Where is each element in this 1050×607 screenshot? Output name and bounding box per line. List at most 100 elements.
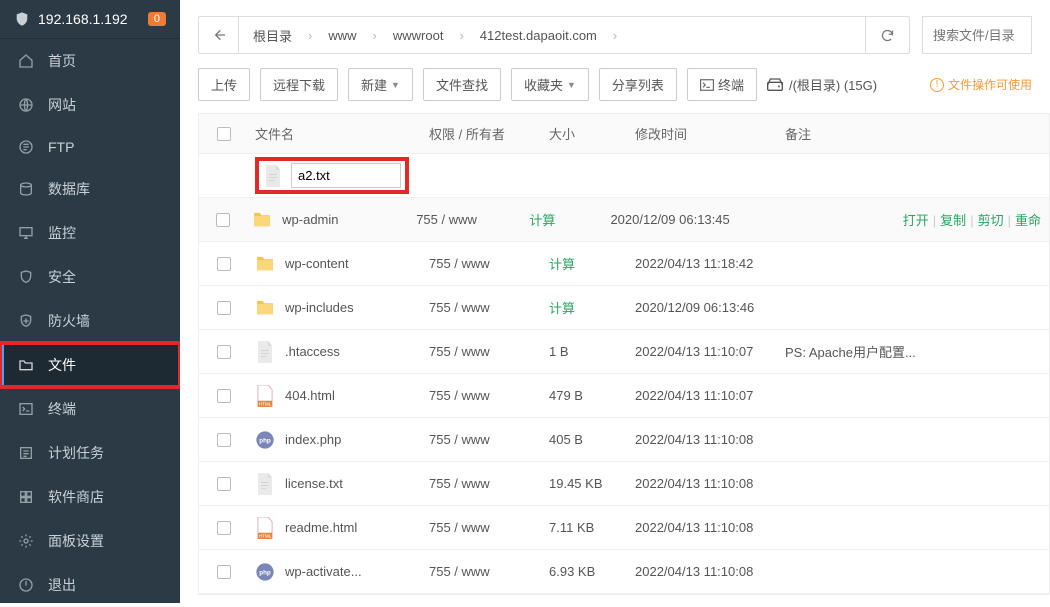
notification-badge[interactable]: 0 bbox=[148, 12, 166, 26]
file-perm[interactable]: 755 / www bbox=[429, 388, 549, 403]
search-box[interactable] bbox=[922, 16, 1032, 54]
chevron-right-icon: › bbox=[371, 28, 379, 43]
sidebar-item-monitor[interactable]: 监控 bbox=[0, 211, 180, 255]
sidebar-item-db[interactable]: 数据库 bbox=[0, 167, 180, 211]
file-size[interactable]: 计算 bbox=[549, 298, 635, 317]
breadcrumb-segment[interactable]: wwwroot bbox=[379, 17, 458, 53]
file-name[interactable]: wp-content bbox=[285, 256, 349, 271]
table-row[interactable]: license.txt755 / www19.45 KB2022/04/13 1… bbox=[199, 462, 1049, 506]
share-list-button[interactable]: 分享列表 bbox=[599, 68, 677, 101]
disk-info[interactable]: /(根目录) (15G) bbox=[767, 75, 877, 94]
new-button[interactable]: 新建▼ bbox=[348, 68, 413, 101]
rename-input[interactable] bbox=[291, 163, 401, 188]
file-size: 1 B bbox=[549, 344, 635, 359]
file-name[interactable]: license.txt bbox=[285, 476, 343, 491]
breadcrumb-segment[interactable]: 根目录 bbox=[239, 17, 306, 53]
file-mtime: 2022/04/13 11:10:08 bbox=[635, 520, 785, 535]
file-name[interactable]: wp-admin bbox=[282, 212, 338, 227]
file-perm[interactable]: 755 / www bbox=[429, 432, 549, 447]
php-icon: php bbox=[255, 561, 275, 583]
info-icon: ! bbox=[930, 78, 944, 92]
search-input[interactable] bbox=[933, 28, 1021, 43]
file-mtime: 2022/04/13 11:10:08 bbox=[635, 432, 785, 447]
col-perm[interactable]: 权限 / 所有者 bbox=[429, 124, 549, 143]
col-size[interactable]: 大小 bbox=[549, 124, 635, 143]
copy-link[interactable]: 复制 bbox=[940, 213, 966, 228]
disk-icon bbox=[767, 78, 783, 92]
file-perm[interactable]: 755 / www bbox=[429, 344, 549, 359]
file-size: 7.11 KB bbox=[549, 520, 635, 535]
table-row[interactable]: HTMLreadme.html755 / www7.11 KB2022/04/1… bbox=[199, 506, 1049, 550]
row-checkbox[interactable] bbox=[217, 257, 231, 271]
select-all-checkbox[interactable] bbox=[217, 127, 231, 141]
file-perm[interactable]: 755 / www bbox=[416, 212, 529, 227]
sidebar-item-label: 计划任务 bbox=[48, 443, 104, 463]
file-perm[interactable]: 755 / www bbox=[429, 564, 549, 579]
breadcrumb-segment[interactable]: www bbox=[314, 17, 370, 53]
cut-link[interactable]: 剪切 bbox=[978, 213, 1004, 228]
upload-button[interactable]: 上传 bbox=[198, 68, 250, 101]
svg-text:php: php bbox=[259, 569, 271, 576]
row-checkbox[interactable] bbox=[217, 565, 231, 579]
sidebar-item-folder[interactable]: 文件 bbox=[0, 343, 180, 387]
table-row[interactable]: php wp-activate... 755 / www6.93 KB2022/04… bbox=[199, 550, 1049, 594]
terminal-button[interactable]: 终端 bbox=[687, 68, 757, 101]
sidebar-item-store[interactable]: 软件商店 bbox=[0, 475, 180, 519]
refresh-button[interactable] bbox=[865, 17, 909, 53]
breadcrumb-segment[interactable]: 412test.dapaoit.com bbox=[466, 17, 611, 53]
file-name[interactable]: .htaccess bbox=[285, 344, 340, 359]
sidebar-item-home[interactable]: 首页 bbox=[0, 39, 180, 83]
ftp-icon bbox=[18, 139, 34, 155]
col-name[interactable]: 文件名 bbox=[249, 124, 429, 143]
file-name[interactable]: index.php bbox=[285, 432, 341, 447]
file-name[interactable]: readme.html bbox=[285, 520, 357, 535]
file-perm[interactable]: 755 / www bbox=[429, 256, 549, 271]
file-size[interactable]: 计算 bbox=[529, 210, 610, 229]
sidebar-item-label: 监控 bbox=[48, 223, 76, 243]
row-checkbox[interactable] bbox=[216, 213, 230, 227]
terminal-icon bbox=[18, 401, 34, 417]
file-perm[interactable]: 755 / www bbox=[429, 476, 549, 491]
row-checkbox[interactable] bbox=[217, 345, 231, 359]
row-checkbox[interactable] bbox=[217, 301, 231, 315]
file-name[interactable]: wp-includes bbox=[285, 300, 354, 315]
rename-link[interactable]: 重命 bbox=[1015, 213, 1041, 228]
html-icon: HTML bbox=[255, 385, 275, 407]
sidebar-item-ftp[interactable]: FTP bbox=[0, 127, 180, 167]
row-checkbox[interactable] bbox=[217, 477, 231, 491]
col-mtime[interactable]: 修改时间 bbox=[635, 124, 785, 143]
table-row[interactable]: wp-admin755 / www计算2020/12/09 06:13:45打开… bbox=[199, 198, 1049, 242]
file-size: 6.93 KB bbox=[549, 564, 635, 579]
sidebar-item-terminal[interactable]: 终端 bbox=[0, 387, 180, 431]
table-row[interactable]: wp-content 755 / www计算2022/04/13 11:18:42 bbox=[199, 242, 1049, 286]
table-row[interactable]: phpindex.php755 / www405 B2022/04/13 11:… bbox=[199, 418, 1049, 462]
remote-download-button[interactable]: 远程下载 bbox=[260, 68, 338, 101]
favorites-button[interactable]: 收藏夹▼ bbox=[511, 68, 589, 101]
sidebar-item-globe[interactable]: 网站 bbox=[0, 83, 180, 127]
sidebar-item-gear[interactable]: 面板设置 bbox=[0, 519, 180, 563]
sidebar-item-shield[interactable]: 安全 bbox=[0, 255, 180, 299]
file-note[interactable]: PS: Apache用户配置... bbox=[785, 342, 945, 361]
file-mtime: 2022/04/13 11:18:42 bbox=[635, 256, 785, 271]
sidebar-item-exit[interactable]: 退出 bbox=[0, 563, 180, 607]
file-name[interactable]: 404.html bbox=[285, 388, 335, 403]
row-checkbox[interactable] bbox=[217, 389, 231, 403]
folder-icon bbox=[255, 297, 275, 319]
row-checkbox[interactable] bbox=[217, 521, 231, 535]
row-checkbox[interactable] bbox=[217, 433, 231, 447]
firewall-icon bbox=[18, 313, 34, 329]
file-size[interactable]: 计算 bbox=[549, 254, 635, 273]
sidebar-item-tasks[interactable]: 计划任务 bbox=[0, 431, 180, 475]
find-button[interactable]: 文件查找 bbox=[423, 68, 501, 101]
table-row[interactable]: .htaccess755 / www1 B2022/04/13 11:10:07… bbox=[199, 330, 1049, 374]
col-note[interactable]: 备注 bbox=[785, 124, 945, 143]
table-row[interactable]: wp-includes755 / www计算2020/12/09 06:13:4… bbox=[199, 286, 1049, 330]
table-row[interactable]: HTML404.html755 / www479 B2022/04/13 11:… bbox=[199, 374, 1049, 418]
file-perm[interactable]: 755 / www bbox=[429, 520, 549, 535]
sidebar-item-firewall[interactable]: 防火墙 bbox=[0, 299, 180, 343]
file-name[interactable]: wp-activate... bbox=[285, 564, 362, 579]
file-mtime: 2022/04/13 11:10:08 bbox=[635, 564, 785, 579]
back-button[interactable] bbox=[199, 17, 239, 53]
open-link[interactable]: 打开 bbox=[903, 213, 929, 228]
file-perm[interactable]: 755 / www bbox=[429, 300, 549, 315]
